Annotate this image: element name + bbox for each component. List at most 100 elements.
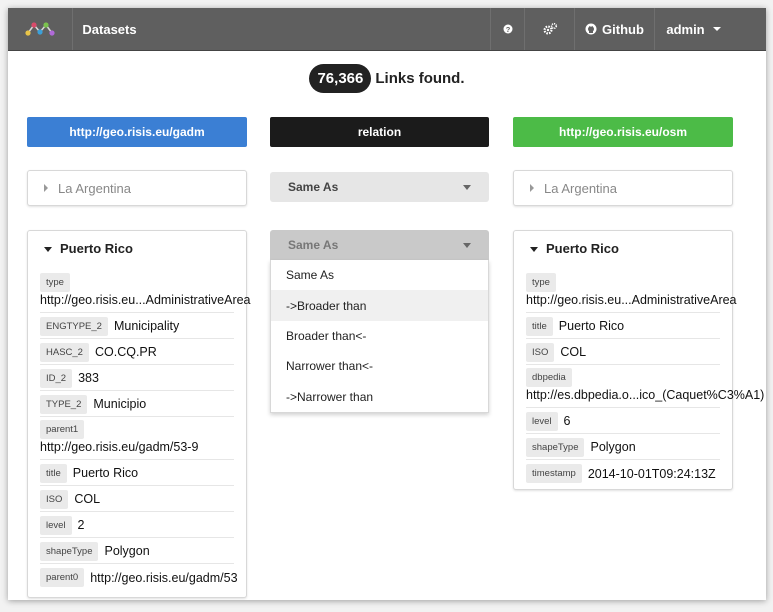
relation-option-label: Narrower than<-	[286, 359, 374, 374]
relation-header[interactable]: relation	[270, 117, 489, 147]
property-label: type	[526, 273, 556, 292]
target-dataset-header[interactable]: http://geo.risis.eu/osm	[513, 117, 733, 147]
property-label: level	[526, 411, 558, 431]
property-value: CO.CQ.PR	[94, 345, 157, 359]
property-row: parent0 http://geo.risis.eu/gadm/53	[40, 564, 238, 590]
property-row: HASC_2 CO.CQ.PR	[40, 339, 234, 365]
caret-down-icon	[44, 247, 52, 253]
property-row: timestamp 2014-10-01T09:24:13Z	[526, 460, 720, 486]
relation-select-value: Same As	[288, 180, 339, 194]
property-value: COL	[74, 492, 101, 506]
target-resource-card: Puerto Rico type http://geo.risis.eu...Ad…	[513, 230, 764, 490]
property-label: TYPE_2	[40, 394, 88, 414]
property-row: ISO COL	[40, 486, 234, 512]
relation-option-broader-than-left[interactable]: Broader than<-	[271, 321, 488, 351]
chevron-down-icon	[463, 242, 471, 248]
target-properties: type http://geo.risis.eu...Administrative…	[514, 261, 764, 486]
caret-right-icon	[44, 184, 48, 192]
relation-label: relation	[357, 125, 402, 139]
property-value: 6	[563, 414, 571, 428]
github-icon	[585, 23, 597, 35]
relation-option-label: Broader than<-	[286, 328, 367, 343]
links-summary: 76,366 Links found.	[8, 64, 766, 93]
relation-option-label: Same As	[286, 268, 335, 283]
property-label: ENGTYPE_2	[40, 316, 108, 336]
nav-datasets-label: Datasets	[82, 21, 137, 37]
relation-option-narrower-than-right[interactable]: ->Narrower than	[271, 382, 488, 412]
property-row: shapeType Polygon	[40, 538, 234, 564]
target-resource-value: La Argentina	[544, 180, 618, 196]
relation-option-narrower-than-left[interactable]: Narrower than<-	[271, 351, 488, 381]
relation-dropdown-menu: Same As ->Broader than Broader than<- Na…	[270, 260, 489, 413]
relation-option-broader-than-right[interactable]: ->Broader than	[271, 290, 488, 321]
property-value: Polygon	[590, 440, 636, 454]
source-dataset-label: http://geo.risis.eu/gadm	[69, 125, 205, 139]
relation-option-same-as[interactable]: Same As	[271, 260, 488, 290]
relation-select-open[interactable]: Same As	[270, 230, 489, 260]
logo[interactable]	[8, 8, 72, 50]
app-frame: Datasets ? Github admin 76,366 Links fou…	[8, 8, 766, 600]
source-resource-value: La Argentina	[58, 180, 132, 196]
settings-button[interactable]	[524, 8, 574, 50]
source-resource-card: Puerto Rico type http://geo.risis.eu...Ad…	[27, 230, 251, 598]
property-label: HASC_2	[40, 342, 89, 362]
property-value: Puerto Rico	[558, 319, 625, 333]
property-row: TYPE_2 Municipio	[40, 391, 234, 417]
property-label: ISO	[40, 489, 69, 509]
property-value: Polygon	[104, 544, 150, 558]
property-label: title	[40, 463, 67, 483]
svg-text:?: ?	[505, 25, 510, 34]
property-value: COL	[560, 345, 587, 359]
source-card-title-text: Puerto Rico	[60, 241, 133, 256]
gears-icon	[542, 22, 557, 35]
source-dataset-header[interactable]: http://geo.risis.eu/gadm	[27, 117, 247, 147]
target-card-title-text: Puerto Rico	[546, 241, 619, 256]
target-resource-selector[interactable]: La Argentina	[513, 170, 733, 206]
target-dataset-label: http://geo.risis.eu/osm	[558, 125, 687, 139]
property-value: 2014-10-01T09:24:13Z	[587, 466, 716, 481]
property-row: parent1 http://geo.risis.eu/gadm/53-9	[40, 417, 234, 460]
property-label: shapeType	[40, 541, 99, 561]
property-label: ISO	[526, 342, 555, 362]
github-label: Github	[602, 21, 644, 37]
property-row: title Puerto Rico	[526, 313, 720, 339]
property-row: title Puerto Rico	[40, 460, 234, 486]
help-button[interactable]: ?	[490, 8, 524, 50]
nav-datasets[interactable]: Datasets	[72, 8, 146, 50]
property-value: Municipality	[113, 319, 180, 333]
chevron-down-icon	[712, 27, 721, 31]
source-card-title[interactable]: Puerto Rico	[28, 231, 246, 261]
relation-select[interactable]: Same As	[270, 172, 489, 202]
property-row: type http://geo.risis.eu...Administrative…	[526, 270, 737, 313]
chevron-down-icon	[463, 184, 471, 190]
property-label: parent0	[40, 568, 85, 587]
top-navbar: Datasets ? Github admin	[8, 8, 766, 51]
property-value: http://es.dbpedia.o...ico_(Caquet%C3%A1)	[526, 388, 765, 402]
github-link[interactable]: Github	[574, 8, 654, 50]
relation-option-label: ->Broader than	[286, 298, 367, 313]
property-row: ISO COL	[526, 339, 720, 365]
caret-right-icon	[530, 184, 534, 192]
target-card-title[interactable]: Puerto Rico	[514, 231, 732, 261]
property-label: title	[526, 316, 553, 336]
property-label: type	[40, 273, 70, 292]
property-row: ID_2 383	[40, 365, 234, 391]
property-value: http://geo.risis.eu/gadm/53-9	[40, 440, 199, 454]
property-label: level	[40, 515, 72, 535]
relation-option-label: ->Narrower than	[286, 389, 374, 404]
links-found-text: Links found.	[375, 70, 465, 87]
links-count-badge: 76,366	[309, 64, 372, 93]
property-row: type http://geo.risis.eu...Administrative…	[40, 270, 251, 313]
user-menu[interactable]: admin	[654, 8, 732, 50]
property-value: Puerto Rico	[72, 466, 139, 480]
property-value: 383	[78, 371, 99, 385]
relation-select-open-value: Same As	[288, 238, 339, 252]
property-label: ID_2	[40, 368, 73, 388]
property-row: shapeType Polygon	[526, 434, 720, 460]
property-label: dbpedia	[526, 368, 572, 387]
property-value: http://geo.risis.eu...AdministrativeArea	[40, 293, 251, 307]
property-row: dbpedia http://es.dbpedia.o...ico_(Caquet…	[526, 365, 764, 408]
caret-down-icon	[530, 247, 538, 253]
source-resource-selector[interactable]: La Argentina	[27, 170, 247, 206]
property-label: timestamp	[526, 464, 582, 483]
